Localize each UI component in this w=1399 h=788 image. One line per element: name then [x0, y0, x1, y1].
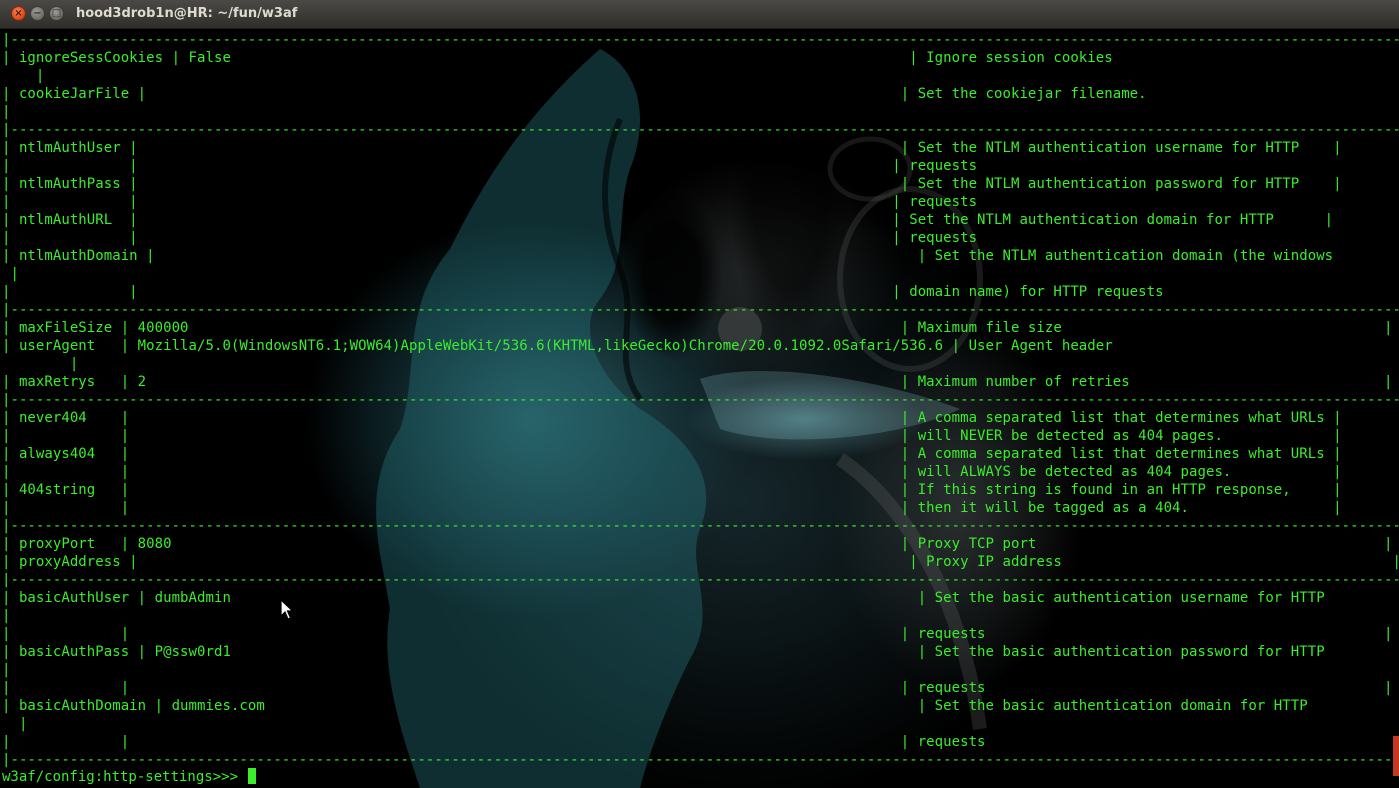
terminal-line: | | | will ALWAYS be detected as 404 pag…	[2, 464, 1342, 480]
terminal-line: | ntlmAuthURL | | Set the NTLM authentic…	[2, 212, 1334, 228]
terminal-line: | cookieJarFile | | Set the cookiejar fi…	[2, 86, 1147, 102]
terminal-line: | | | then it will be tagged as a 404. |	[2, 500, 1342, 516]
terminal-area[interactable]: |---------------------------------------…	[0, 29, 1399, 788]
scrollbar-thumb[interactable]	[1393, 736, 1399, 776]
terminal-line: |---------------------------------------…	[2, 392, 1399, 408]
mouse-pointer-icon	[280, 599, 294, 620]
terminal-line: |	[2, 716, 28, 732]
terminal-line: | ntlmAuthDomain | | Set the NTLM authen…	[2, 248, 1334, 264]
terminal-line: |---------------------------------------…	[2, 518, 1399, 534]
terminal-line: | maxRetrys | 2 | Maximum number of retr…	[2, 374, 1393, 390]
terminal-line: | proxyPort | 8080 | Proxy TCP port |	[2, 536, 1393, 552]
terminal-line: |	[2, 68, 45, 84]
minimize-icon[interactable]: −	[30, 6, 45, 21]
terminal-line: | 404string | | If this string is found …	[2, 482, 1342, 498]
terminal-line: |	[2, 608, 11, 624]
terminal-line: | maxFileSize | 400000 | Maximum file si…	[2, 320, 1393, 336]
terminal-line: |	[2, 104, 11, 120]
text-cursor	[248, 768, 257, 784]
maximize-icon[interactable]: □	[49, 6, 64, 21]
terminal-line: |---------------------------------------…	[2, 122, 1399, 138]
terminal-line: |---------------------------------------…	[2, 752, 1399, 768]
window-title: hood3drob1n@HR: ~/fun/w3af	[76, 6, 298, 21]
terminal-line: | basicAuthPass | P@ssw0rd1 | Set the ba…	[2, 644, 1325, 660]
terminal-line: | proxyAddress | | Proxy IP address |	[2, 554, 1399, 570]
window-titlebar: × − □ hood3drob1n@HR: ~/fun/w3af	[0, 0, 1399, 29]
terminal-line: | | | requests	[2, 158, 978, 174]
terminal-line: | never404 | | A comma separated list th…	[2, 410, 1342, 426]
terminal-line: | basicAuthDomain | dummies.com | Set th…	[2, 698, 1308, 714]
terminal-line: | | | will NEVER be detected as 404 page…	[2, 428, 1342, 444]
terminal-line: |	[2, 266, 19, 282]
terminal-line: | | | requests	[2, 194, 978, 210]
terminal-line: |---------------------------------------…	[2, 32, 1399, 48]
terminal-line: | ntlmAuthPass | | Set the NTLM authenti…	[2, 176, 1342, 192]
shell-prompt[interactable]: w3af/config:http-settings>>>	[2, 768, 257, 786]
terminal-line: | | | requests	[2, 734, 986, 750]
close-icon[interactable]: ×	[11, 6, 26, 21]
terminal-line: | | | requests |	[2, 626, 1393, 642]
terminal-line: |	[2, 662, 11, 678]
terminal-line: | | | requests	[2, 230, 978, 246]
terminal-line: | always404 | | A comma separated list t…	[2, 446, 1342, 462]
terminal-line: |	[2, 356, 79, 372]
terminal-line: |---------------------------------------…	[2, 572, 1399, 588]
prompt-text: w3af/config:http-settings>>>	[2, 769, 247, 785]
terminal-line: | basicAuthUser | dumbAdmin | Set the ba…	[2, 590, 1325, 606]
terminal-line: |---------------------------------------…	[2, 302, 1399, 318]
terminal-line: | ntlmAuthUser | | Set the NTLM authenti…	[2, 140, 1342, 156]
terminal-line: | | | domain name) for HTTP requests	[2, 284, 1164, 300]
terminal-line: | | | requests |	[2, 680, 1393, 696]
terminal-line: | userAgent | Mozilla/5.0(WindowsNT6.1;W…	[2, 338, 1113, 354]
terminal-line: | ignoreSessCookies | False | Ignore ses…	[2, 50, 1113, 66]
